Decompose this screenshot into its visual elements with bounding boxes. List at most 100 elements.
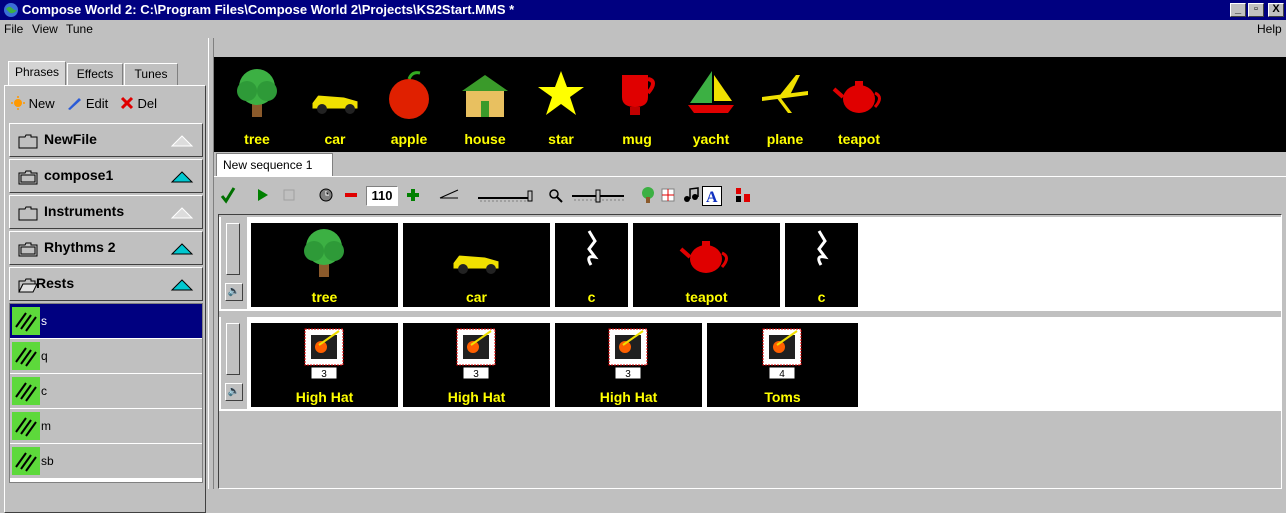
text-view-icon[interactable]: A [702,186,722,206]
plane-icon [762,75,808,113]
tab-effects[interactable]: Effects [67,63,123,85]
volume-slider[interactable] [476,186,536,204]
phrase-palette: tree car apple house star mug yacht plan… [214,57,1286,152]
sun-icon [11,96,25,111]
tab-phrases[interactable]: Phrases [8,61,66,85]
folder-label: compose1 [44,167,114,183]
zoom-slider[interactable] [570,186,626,204]
teapot-icon [679,241,728,273]
block-number: 4 [779,369,785,380]
sequence-block-rest[interactable]: c [785,223,858,307]
folder-rests[interactable]: Rests [9,267,203,301]
palette-label: plane [766,131,804,147]
list-item[interactable]: sb [10,444,202,478]
list-item[interactable]: c [10,374,202,408]
palette-item-house[interactable]: house [454,61,516,151]
palette-label: teapot [838,131,880,147]
tempo-field[interactable]: 110 [366,186,398,206]
yacht-icon [688,71,734,113]
close-button[interactable]: X [1268,3,1284,17]
del-label: Del [137,95,158,111]
tab-tunes[interactable]: Tunes [124,63,178,85]
zoom-icon[interactable] [548,186,564,204]
collapse-triangle-icon [170,171,194,183]
delete-phrase-button[interactable]: Del [120,95,157,111]
menu-tune[interactable]: Tune [66,20,93,38]
menu-bar: File View Tune Help [0,20,1286,38]
drum-icon: 3 [304,328,344,380]
palette-label: yacht [692,131,730,147]
maximize-button[interactable]: ▫ [1248,3,1264,17]
collapse-triangle-icon [170,243,194,255]
sequence-block-high-hat[interactable]: 3 High Hat [403,323,550,407]
check-icon[interactable] [220,186,236,204]
tree-view-icon[interactable] [640,186,656,204]
play-icon[interactable] [256,186,270,204]
folder-newfile[interactable]: NewFile [9,123,203,157]
menu-help[interactable]: Help [1257,20,1282,38]
sequence-block-toms[interactable]: 4 Toms [707,323,858,407]
sequence-block-teapot[interactable]: teapot [633,223,780,307]
menu-view[interactable]: View [32,20,58,38]
list-item[interactable]: s [10,304,202,338]
notes-view-icon[interactable] [682,186,700,204]
track-2: 🔈 3 High Hat 3 High Hat 3 High Hat 4 Tom… [219,317,1281,411]
palette-item-yacht[interactable]: yacht [680,61,742,151]
folder-compose1[interactable]: compose1 [9,159,203,193]
palette-item-mug[interactable]: mug [606,61,668,151]
stop-icon[interactable] [282,186,296,204]
speaker-icon[interactable]: 🔈 [225,383,243,401]
volume-wedge-icon [439,189,459,199]
rest-phrase-icon [12,377,40,405]
palette-item-apple[interactable]: apple [378,61,440,151]
palette-item-tree[interactable]: tree [226,61,288,151]
rest-phrase-icon [12,447,40,475]
palette-label: car [324,131,346,147]
minimize-button[interactable]: _ [1230,3,1246,17]
list-item[interactable]: q [10,339,202,373]
tempo-minus-icon[interactable] [344,186,358,204]
new-phrase-button[interactable]: New [11,95,55,111]
star-icon [538,71,584,115]
rest-phrase-icon [12,307,40,335]
sequence-block-high-hat[interactable]: 3 High Hat [555,323,702,407]
instruments-view-icon[interactable] [734,186,752,204]
track-volume: 🔈 [221,217,247,309]
crotchet-rest-icon [587,230,599,266]
car-icon [311,94,359,114]
rest-label: q [41,349,48,363]
edit-label: Edit [85,95,109,111]
speaker-icon[interactable]: 🔈 [225,283,243,301]
apple-icon [389,71,429,119]
sequence-block-car[interactable]: car [403,223,550,307]
folder-instruments[interactable]: Instruments [9,195,203,229]
edit-phrase-button[interactable]: Edit [66,95,108,111]
palette-item-star[interactable]: star [530,61,592,151]
tab-new-sequence[interactable]: New sequence 1 [216,153,333,176]
sequence-block-tree[interactable]: tree [251,223,398,307]
teapot-icon [832,81,881,113]
track-volume-slider[interactable] [226,323,240,375]
palette-item-teapot[interactable]: teapot [828,61,890,151]
tab-divider [214,176,1286,177]
block-label: High Hat [295,389,354,405]
sequence-block-high-hat[interactable]: 3 High Hat [251,323,398,407]
block-label: Toms [764,389,801,405]
folder-icon [18,206,38,221]
track-volume-slider[interactable] [226,223,240,275]
block-label: c [587,289,596,305]
sequence-area: 🔈 tree car c teapot c 🔈 3 High Hat 3 Hig… [218,214,1282,489]
sequence-toolbar: 110 A [218,182,1282,210]
folder-rhythms-2[interactable]: Rhythms 2 [9,231,203,265]
grid-view-icon[interactable] [660,186,676,204]
palette-item-car[interactable]: car [304,61,366,151]
house-icon [462,75,508,117]
list-item[interactable]: m [10,409,202,443]
crotchet-rest-icon [817,230,829,266]
rest-label: c [41,384,47,398]
mug-icon [622,75,655,115]
tempo-plus-icon[interactable] [406,186,420,204]
sequence-block-rest[interactable]: c [555,223,628,307]
palette-item-plane[interactable]: plane [754,61,816,151]
menu-file[interactable]: File [4,20,23,38]
